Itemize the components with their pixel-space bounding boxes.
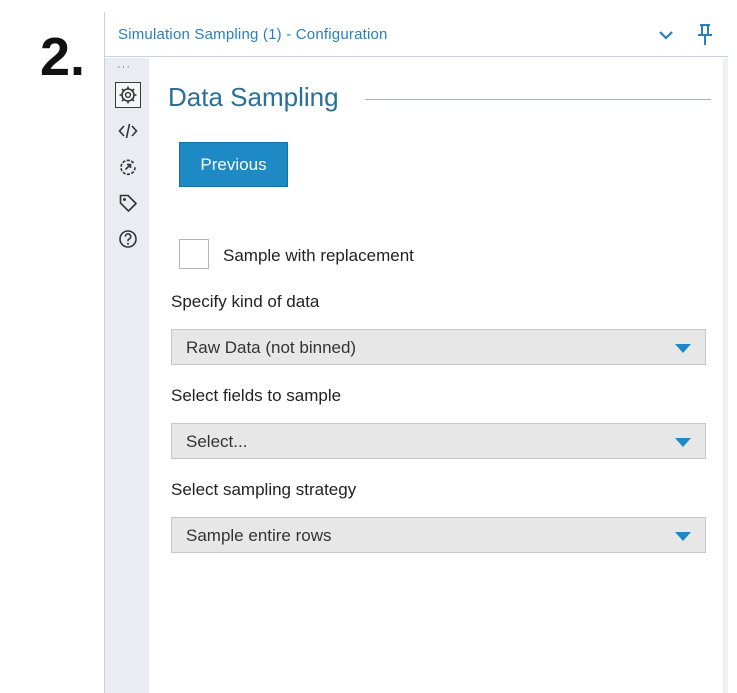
panel-title: Simulation Sampling (1) - Configuration	[118, 26, 388, 43]
sidebar-item-help[interactable]	[115, 226, 141, 252]
help-icon	[119, 230, 137, 248]
dropdown-arrow-icon	[675, 438, 691, 447]
more-dots-icon[interactable]: ···	[117, 62, 131, 73]
kind-of-data-dropdown[interactable]: Raw Data (not binned)	[171, 329, 706, 365]
sampling-strategy-dropdown[interactable]: Sample entire rows	[171, 517, 706, 553]
pin-icon[interactable]	[695, 23, 715, 47]
title-divider	[365, 99, 711, 100]
sidebar-item-connection[interactable]	[115, 154, 141, 180]
panel-scroll-edge	[723, 58, 728, 693]
tag-icon	[119, 194, 137, 212]
panel-content: Data Sampling Previous Sample with repla…	[149, 58, 723, 693]
panel-sidebar: ···	[105, 58, 149, 693]
sample-with-replacement-label: Sample with replacement	[223, 246, 414, 265]
kind-of-data-value: Raw Data (not binned)	[186, 338, 357, 357]
kind-of-data-label: Specify kind of data	[171, 292, 320, 311]
sampling-strategy-value: Sample entire rows	[186, 526, 332, 545]
sampling-strategy-label: Select sampling strategy	[171, 480, 357, 499]
panel-header: Simulation Sampling (1) - Configuration	[105, 12, 728, 57]
dropdown-arrow-icon	[675, 344, 691, 353]
fields-to-sample-value: Select...	[186, 432, 248, 451]
configuration-panel: Simulation Sampling (1) - Configuration …	[104, 12, 728, 693]
fields-to-sample-dropdown[interactable]: Select...	[171, 423, 706, 459]
code-icon	[118, 123, 138, 139]
previous-button[interactable]: Previous	[179, 142, 288, 187]
sidebar-item-configuration[interactable]	[115, 82, 141, 108]
sidebar-item-code[interactable]	[115, 118, 141, 144]
chevron-down-icon[interactable]	[657, 28, 675, 42]
fields-to-sample-label: Select fields to sample	[171, 386, 342, 405]
connection-icon	[120, 159, 136, 176]
sample-with-replacement-checkbox[interactable]	[179, 239, 209, 269]
section-title: Data Sampling	[168, 82, 339, 112]
dropdown-arrow-icon	[675, 532, 691, 541]
gear-icon	[119, 86, 137, 104]
sidebar-item-tag[interactable]	[115, 190, 141, 216]
step-number: 2.	[40, 27, 86, 87]
